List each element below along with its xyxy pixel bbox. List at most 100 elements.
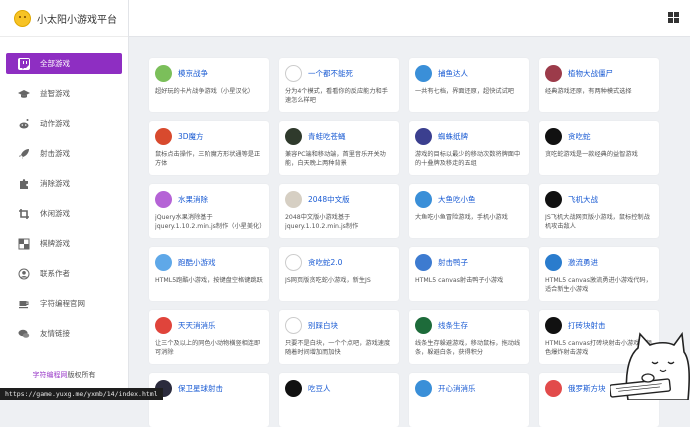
sidebar-item-label: 友情链接 xyxy=(40,329,70,338)
game-card[interactable]: 别踩白块只要不是白块，一个个点吧，游戏速度随着时间增加而加快 xyxy=(279,310,399,364)
game-title[interactable]: 蜘蛛纸牌 xyxy=(438,131,468,142)
sidebar: 小太阳小游戏平台 全部游戏 益智游戏 动作游戏 射击游戏 消除游戏 休闲游戏 棋… xyxy=(0,0,129,400)
dots-icon xyxy=(285,253,302,271)
game-title[interactable]: 贪吃蛇2.0 xyxy=(308,257,342,268)
runner-icon xyxy=(155,253,172,271)
pacman-icon xyxy=(285,379,302,397)
copyright-suffix: 版权所有 xyxy=(67,371,96,379)
cat-mascot-icon xyxy=(610,331,690,400)
sidebar-item-action-games[interactable]: 动作游戏 xyxy=(6,113,122,134)
game-description xyxy=(285,402,394,420)
sidebar-item-label: 字符编程官网 xyxy=(40,299,85,308)
game-title[interactable]: 青蛙吃苍蝇 xyxy=(308,131,346,142)
game-title[interactable]: 激流勇进 xyxy=(568,257,598,268)
status-bar-url: https://game.yuxg.me/yxmb/14/index.html xyxy=(0,388,163,400)
game-description: 游戏的目标以最少的移动次数将牌面中的十叠牌及移走的五组 xyxy=(415,151,521,167)
game-card[interactable]: 飞机大战 JS飞机大战网页版小游戏，鼠标控制战机攻击敌人 xyxy=(539,184,659,238)
game-title[interactable]: 保卫星球射击 xyxy=(178,383,223,394)
game-card[interactable]: 蜘蛛纸牌游戏的目标以最少的移动次数将牌面中的十叠牌及移走的五组 xyxy=(409,121,529,175)
game-card[interactable]: 3D魔方 鼠标点击操作，三阶魔方形状通等是正方体 xyxy=(149,121,269,175)
sidebar-item-elimination-games[interactable]: 消除游戏 xyxy=(6,173,122,194)
game-card[interactable]: 青蛙吃苍蝇兼容PC端和移动端，首里音乐开关功能，白天晚上两种背景 xyxy=(279,121,399,175)
game-title[interactable]: 线条生存 xyxy=(438,320,468,331)
piano-tiles-icon xyxy=(285,316,302,334)
game-description: 分为4个模式，看看你的反应能力和手速怎么样吧 xyxy=(285,88,388,104)
game-card[interactable]: 贪吃蛇 贪吃蛇游戏是一款经典的益智游戏 xyxy=(539,121,659,175)
sidebar-item-official-site[interactable]: 字符编程官网 xyxy=(6,293,122,314)
game-card-header: 2048中文版 xyxy=(285,190,394,208)
game-title[interactable]: 天天消消乐 xyxy=(178,320,216,331)
game-title[interactable]: 射击鸭子 xyxy=(438,257,468,268)
game-title[interactable]: 捕鱼达人 xyxy=(438,68,468,79)
sidebar-item-all-games[interactable]: 全部游戏 xyxy=(6,53,122,74)
game-card-header: 开心消消乐 xyxy=(415,379,524,397)
game-card[interactable]: 吃豆人 xyxy=(279,373,399,427)
game-title[interactable]: 3D魔方 xyxy=(178,131,204,142)
game-description: 大鱼吃小鱼冒险游戏，手机小游戏 xyxy=(415,214,508,221)
coffee-icon xyxy=(18,298,30,310)
game-card[interactable]: 天天消消乐 让三个及以上的同色小动物横竖相连即可消除 xyxy=(149,310,269,364)
sidebar-item-label: 动作游戏 xyxy=(40,119,70,128)
game-card[interactable]: 开心消消乐 xyxy=(409,373,529,427)
game-title[interactable]: 贪吃蛇 xyxy=(568,131,591,142)
game-title[interactable]: 水果消除 xyxy=(178,194,208,205)
game-title[interactable]: 跑酷小游戏 xyxy=(178,257,216,268)
airplane-icon xyxy=(545,190,562,208)
game-title[interactable]: 模京战争 xyxy=(178,68,208,79)
sidebar-item-puzzle-games[interactable]: 益智游戏 xyxy=(6,83,122,104)
checkerboard-icon xyxy=(18,238,30,250)
game-card[interactable]: 植物大战僵尸 经典游戏还原，有两种模式选择 xyxy=(539,58,659,112)
game-card[interactable]: 线条生存 线条生存躲避游戏，移动鼠标，拖动线条，躲避白条，获得积分 xyxy=(409,310,529,364)
rubik-cube-icon xyxy=(155,127,172,145)
sidebar-item-label: 联系作者 xyxy=(40,269,70,278)
game-card[interactable]: 2048中文版 2048中文版小游戏基于jquery.1.10.2.min.js制… xyxy=(279,184,399,238)
game-title[interactable]: 飞机大战 xyxy=(568,194,598,205)
copyright-link[interactable]: 字符编程网 xyxy=(33,371,68,379)
sidebar-item-board-games[interactable]: 棋牌游戏 xyxy=(6,233,122,254)
tile-2048-icon xyxy=(285,190,302,208)
game-title[interactable]: 植物大战僵尸 xyxy=(568,68,613,79)
game-card-header: 捕鱼达人 xyxy=(415,64,524,82)
game-description: 只要不是白块，一个个点吧，游戏速度随着时间增加而加快 xyxy=(285,340,391,356)
soldier-icon xyxy=(155,64,172,82)
game-card[interactable]: 捕鱼达人 一共有七档，界面还原，超快试试吧 xyxy=(409,58,529,112)
game-card[interactable]: 保卫星球射击 xyxy=(149,373,269,427)
game-card[interactable]: 水果消除 jQuery水果消除基于jquery.1.10.2.min.js制作（小… xyxy=(149,184,269,238)
rapids-icon xyxy=(545,253,562,271)
game-card[interactable]: 贪吃蛇2.0 JS网页版贪吃蛇小游戏，新生JS xyxy=(279,247,399,301)
sidebar-item-casual-games[interactable]: 休闲游戏 xyxy=(6,203,122,224)
game-title[interactable]: 别踩白块 xyxy=(308,320,338,331)
top-bar xyxy=(129,0,690,37)
sidebar-item-friend-links[interactable]: 友情链接 xyxy=(6,323,122,344)
game-card-header: 激流勇进 xyxy=(545,253,654,271)
twitch-icon xyxy=(18,57,30,70)
big-fish-icon xyxy=(415,190,432,208)
game-title[interactable]: 俄罗斯方块 xyxy=(568,383,606,394)
game-card[interactable]: 跑酷小游戏 HTML5跑酷小游戏，按键盘空格键跳跃 xyxy=(149,247,269,301)
app-title: 小太阳小游戏平台 xyxy=(37,14,117,26)
line-survive-icon xyxy=(415,316,432,334)
game-title[interactable]: 大鱼吃小鱼 xyxy=(438,194,476,205)
game-card[interactable]: 模京战争 超好玩的卡片战争游戏（小星汉化） xyxy=(149,58,269,112)
sidebar-item-shooting-games[interactable]: 射击游戏 xyxy=(6,143,122,164)
game-card-header: 水果消除 xyxy=(155,190,264,208)
game-card-header: 射击鸭子 xyxy=(415,253,524,271)
game-card[interactable]: 大鱼吃小鱼大鱼吃小鱼冒险游戏，手机小游戏 xyxy=(409,184,529,238)
brand[interactable]: 小太阳小游戏平台 xyxy=(0,0,128,37)
game-card[interactable]: 激流勇进 HTML5 canvas激流勇进小游戏代码，适合新生小游戏 xyxy=(539,247,659,301)
game-description: jQuery水果消除基于jquery.1.10.2.min.js制作（小星美化） xyxy=(155,214,264,230)
game-description: 兼容PC端和移动端，首里音乐开关功能，白天晚上两种背景 xyxy=(285,151,386,167)
windows-icon[interactable] xyxy=(668,12,679,23)
game-card[interactable]: 一个都不能死分为4个模式，看看你的反应能力和手速怎么样吧 xyxy=(279,58,399,112)
game-description xyxy=(545,402,654,420)
game-card-header: 保卫星球射击 xyxy=(155,379,264,397)
game-title[interactable]: 吃豆人 xyxy=(308,383,331,394)
game-title[interactable]: 开心消消乐 xyxy=(438,383,476,394)
game-card[interactable]: 射击鸭子 HTML5 canvas射击鸭子小游戏 xyxy=(409,247,529,301)
game-title[interactable]: 一个都不能死 xyxy=(308,68,353,79)
game-title[interactable]: 2048中文版 xyxy=(308,194,350,205)
rocket-icon xyxy=(18,148,30,160)
sidebar-item-contact-author[interactable]: 联系作者 xyxy=(6,263,122,284)
game-title[interactable]: 打砖块射击 xyxy=(568,320,606,331)
snake-icon xyxy=(545,127,562,145)
